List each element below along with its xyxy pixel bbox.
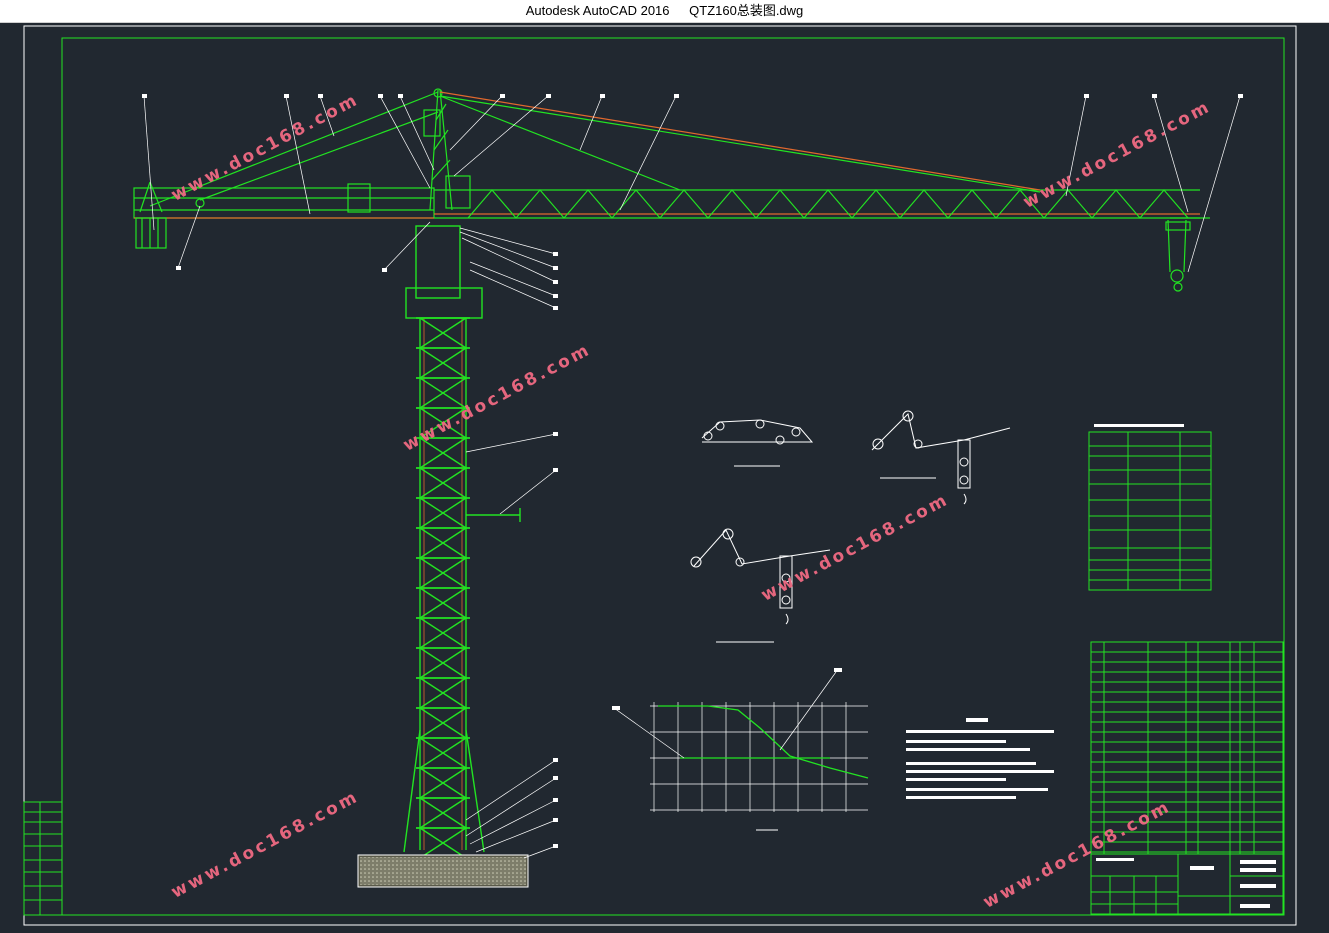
load-curve-chart [612, 668, 869, 831]
technical-notes [906, 718, 1054, 799]
title-block [1090, 853, 1284, 915]
window-title-bar: Autodesk AutoCAD 2016 QTZ160总装图.dwg [0, 0, 1329, 23]
tower-mast [403, 225, 521, 859]
cathead [423, 88, 471, 211]
counter-jib [133, 91, 439, 249]
hook-block [1165, 219, 1191, 292]
foundation [357, 854, 529, 888]
reeving-diagrams [690, 410, 1011, 643]
leader-lines [142, 94, 1243, 859]
file-name: QTZ160总装图.dwg [689, 3, 804, 18]
revision-block [23, 801, 63, 916]
app-name: Autodesk AutoCAD 2016 [525, 3, 670, 18]
drawing-canvas[interactable]: www.doc168.com www.doc168.com www.doc168… [0, 23, 1329, 928]
performance-table [1088, 424, 1212, 591]
